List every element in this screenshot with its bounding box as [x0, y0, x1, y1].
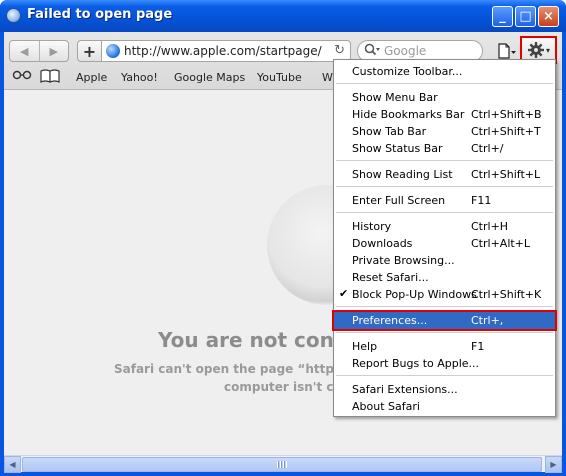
- search-icon[interactable]: [364, 43, 380, 60]
- bookmark-google-maps[interactable]: Google Maps: [174, 71, 245, 84]
- grip-icon: [277, 461, 287, 468]
- menu-separator: [336, 83, 553, 84]
- menu-item-help[interactable]: Help F1: [334, 338, 555, 355]
- add-bookmark-button[interactable]: +: [77, 40, 101, 62]
- menu-separator: [336, 186, 553, 187]
- menu-item-reset-safari[interactable]: Reset Safari...: [334, 269, 555, 286]
- menu-separator: [336, 212, 553, 213]
- gear-icon: [527, 42, 544, 58]
- menu-item-hide-bookmarks-bar[interactable]: Hide Bookmarks Bar Ctrl+Shift+B: [334, 106, 555, 123]
- checkmark-icon: ✔: [339, 287, 349, 300]
- forward-button[interactable]: ▶: [38, 41, 69, 61]
- minimize-button[interactable]: _: [492, 6, 513, 27]
- menu-item-show-reading-list[interactable]: Show Reading List Ctrl+Shift+L: [334, 166, 555, 183]
- reading-list-icon[interactable]: [12, 69, 32, 85]
- page-icon: [498, 43, 516, 59]
- menu-separator: [336, 332, 553, 333]
- horizontal-scrollbar[interactable]: ◀ ▶: [4, 455, 562, 473]
- error-message-line1: Safari can't open the page “http:\: [114, 362, 344, 376]
- back-button[interactable]: ◀: [10, 41, 39, 61]
- reload-icon[interactable]: ↻: [334, 43, 345, 58]
- close-button[interactable]: ×: [538, 6, 559, 27]
- scrollbar-thumb[interactable]: [22, 457, 542, 472]
- error-message-line2: computer isn't co: [224, 380, 342, 394]
- menu-separator: [336, 375, 553, 376]
- menu-separator: [336, 306, 553, 307]
- globe-icon: [106, 44, 120, 58]
- menu-item-preferences[interactable]: Preferences... Ctrl+,: [332, 310, 557, 331]
- address-bar[interactable]: http://www.apple.com/startpage/ ↻: [101, 40, 351, 62]
- menu-item-history[interactable]: History Ctrl+H: [334, 218, 555, 235]
- title-bar[interactable]: Failed to open page _ □ ×: [0, 0, 566, 32]
- scroll-left-icon[interactable]: ◀: [4, 456, 21, 473]
- menu-item-report-bugs[interactable]: Report Bugs to Apple...: [334, 355, 555, 372]
- menu-item-about-safari[interactable]: About Safari: [334, 398, 555, 415]
- menu-item-enter-full-screen[interactable]: Enter Full Screen F11: [334, 192, 555, 209]
- bookmark-apple[interactable]: Apple: [76, 71, 107, 84]
- settings-menu: Customize Toolbar... Show Menu Bar Hide …: [332, 59, 557, 417]
- menu-item-downloads[interactable]: Downloads Ctrl+Alt+L: [334, 235, 555, 252]
- menu-item-safari-extensions[interactable]: Safari Extensions...: [334, 381, 555, 398]
- menu-item-customize-toolbar[interactable]: Customize Toolbar...: [334, 63, 555, 80]
- bookmark-yahoo[interactable]: Yahoo!: [121, 71, 158, 84]
- menu-item-show-tab-bar[interactable]: Show Tab Bar Ctrl+Shift+T: [334, 123, 555, 140]
- window-title: Failed to open page: [27, 7, 173, 22]
- nav-buttons: ◀ ▶: [9, 40, 69, 62]
- bookmarks-icon[interactable]: [40, 69, 60, 87]
- menu-item-show-status-bar[interactable]: Show Status Bar Ctrl+/: [334, 140, 555, 157]
- menu-item-show-menu-bar[interactable]: Show Menu Bar: [334, 89, 555, 106]
- menu-item-block-popups[interactable]: ✔ Block Pop-Up Windows Ctrl+Shift+K: [334, 286, 555, 303]
- address-text[interactable]: http://www.apple.com/startpage/: [124, 44, 322, 58]
- browser-window: Failed to open page _ □ × ◀ ▶ + http://w…: [0, 0, 566, 476]
- menu-item-private-browsing[interactable]: Private Browsing...: [334, 252, 555, 269]
- bookmark-youtube[interactable]: YouTube: [257, 71, 302, 84]
- menu-separator: [336, 160, 553, 161]
- scroll-right-icon[interactable]: ▶: [545, 456, 562, 473]
- error-title: You are not conne: [158, 328, 362, 352]
- chevron-down-icon: ▾: [545, 45, 550, 55]
- safari-icon: [6, 8, 21, 23]
- maximize-button[interactable]: □: [515, 6, 536, 27]
- search-placeholder: Google: [384, 44, 427, 58]
